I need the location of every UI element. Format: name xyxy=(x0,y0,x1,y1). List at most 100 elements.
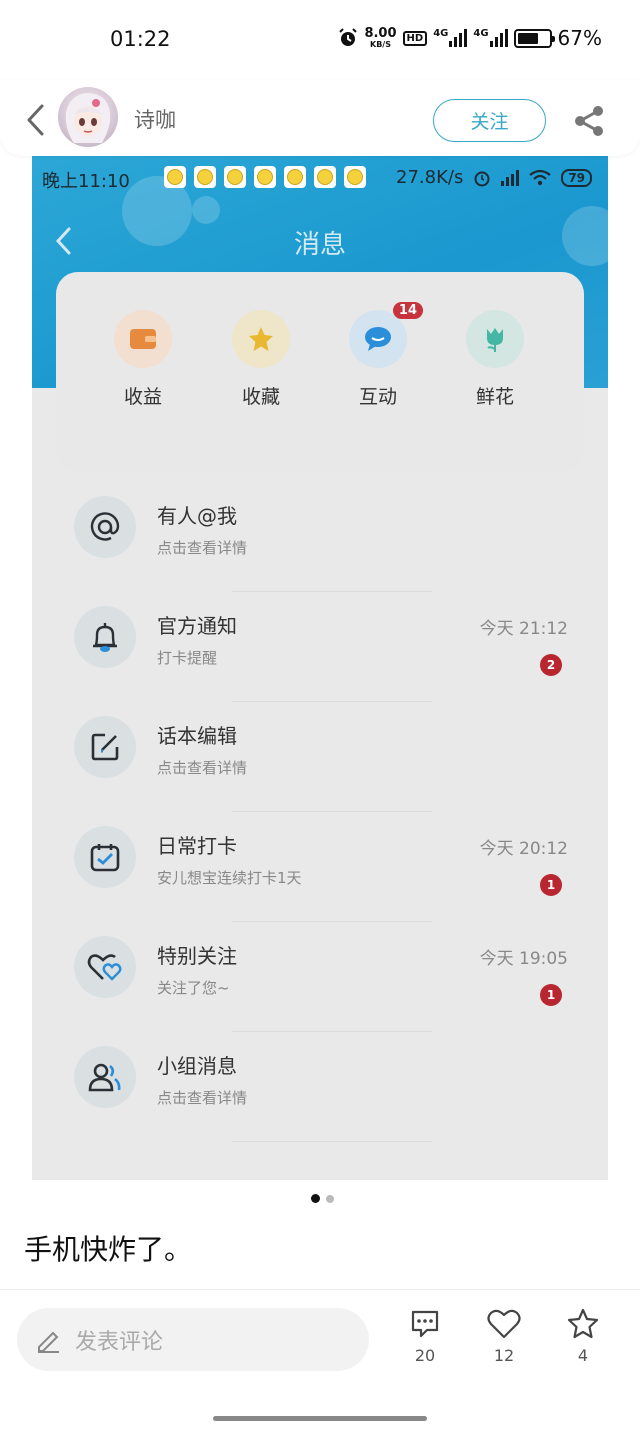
unread-badge: 2 xyxy=(540,654,562,676)
message-title: 特别关注 xyxy=(157,944,237,968)
message-title: 日常打卡 xyxy=(157,834,237,858)
screenshot-battery: 79 xyxy=(561,168,593,187)
message-subtitle: 点击查看详情 xyxy=(157,539,248,557)
screenshot-status-bar: 晚上11:10 27.8K/s 79 xyxy=(32,164,608,194)
home-indicator[interactable] xyxy=(213,1416,427,1421)
at-icon xyxy=(90,512,120,541)
quick-action-flowers: 鲜花 xyxy=(450,310,540,409)
quick-action-label: 收益 xyxy=(123,386,162,408)
notification-icon xyxy=(344,166,366,188)
interactions-badge: 14 xyxy=(392,302,423,319)
favorite-button[interactable]: 4 xyxy=(553,1308,613,1365)
heart-icon xyxy=(487,1309,521,1339)
message-subtitle: 安儿想宝连续打卡1天 xyxy=(157,869,302,887)
quick-action-label: 互动 xyxy=(358,386,397,408)
comment-icon xyxy=(411,1310,439,1338)
notification-icon xyxy=(284,166,306,188)
comments-button[interactable]: 20 xyxy=(395,1308,455,1365)
message-subtitle: 点击查看详情 xyxy=(157,759,248,777)
post-caption: 手机快炸了。 xyxy=(24,1233,193,1266)
author-name[interactable]: 诗咖 xyxy=(134,104,176,134)
quick-action-label: 收藏 xyxy=(241,386,280,408)
battery-percent: 67% xyxy=(557,26,602,50)
message-item-checkin: 日常打卡 安儿想宝连续打卡1天 今天 20:12 1 xyxy=(32,812,608,922)
message-time: 今天 20:12 xyxy=(479,839,568,859)
carousel-dot-active[interactable] xyxy=(311,1194,320,1203)
notification-icon xyxy=(314,166,336,188)
post-header: 诗咖 关注 xyxy=(0,80,640,156)
message-item-mentions: 有人@我 点击查看详情 xyxy=(32,482,608,592)
status-icons: 8.00 KB/S HD 4G 4G 67% xyxy=(338,26,602,50)
hd-icon: HD xyxy=(402,30,428,46)
signal-bars-icon xyxy=(449,29,468,47)
divider xyxy=(232,1141,432,1142)
hearts-icon xyxy=(87,954,122,981)
like-button[interactable]: 12 xyxy=(474,1308,534,1365)
message-item-editor: 话本编辑 点击查看详情 xyxy=(32,702,608,812)
favorites-count: 4 xyxy=(577,1346,589,1365)
follow-button[interactable]: 关注 xyxy=(433,99,546,142)
calendar-check-icon xyxy=(90,844,120,872)
carousel-indicator xyxy=(311,1194,334,1203)
quick-action-earnings: 收益 xyxy=(98,310,188,409)
message-subtitle: 打卡提醒 xyxy=(157,649,218,667)
net-speed: 8.00 KB/S xyxy=(364,25,397,49)
alarm-icon xyxy=(339,28,358,46)
message-item-official: 官方通知 打卡提醒 今天 21:12 2 xyxy=(32,592,608,702)
notification-icon xyxy=(254,166,276,188)
carousel-dot[interactable] xyxy=(326,1194,334,1203)
bottom-action-bar: 发表评论 20 12 4 xyxy=(0,1289,640,1433)
tulip-icon xyxy=(487,328,503,352)
screenshot-net-speed: 27.8K/s xyxy=(396,167,464,188)
screenshot-status-right: 27.8K/s 79 xyxy=(396,167,593,188)
screenshot-status-time: 晚上11:10 xyxy=(42,171,130,192)
pencil-icon xyxy=(38,1331,59,1353)
message-item-special-follow: 特别关注 关注了您~ 今天 19:05 1 xyxy=(32,922,608,1032)
star-icon xyxy=(249,327,273,351)
edit-icon xyxy=(91,733,119,761)
chat-bubble-icon xyxy=(365,327,391,351)
notification-icon xyxy=(194,166,216,188)
status-time: 01:22 xyxy=(110,27,171,51)
signal-bars-icon xyxy=(501,169,520,186)
wallet-icon xyxy=(130,329,156,349)
message-title: 小组消息 xyxy=(157,1054,237,1078)
signal-bars-icon xyxy=(489,29,508,47)
battery-icon xyxy=(513,28,555,48)
message-title: 有人@我 xyxy=(157,504,237,528)
notification-icon xyxy=(164,166,186,188)
share-icon[interactable] xyxy=(572,104,606,138)
avatar[interactable] xyxy=(58,87,118,147)
quick-actions-card: 收益 收藏 14 互动 鲜花 xyxy=(56,272,584,472)
quick-action-label: 鲜花 xyxy=(475,386,514,408)
screenshot-nav-title: 消息 xyxy=(293,230,346,260)
alarm-icon xyxy=(474,171,490,186)
system-status-bar: 01:22 8.00 KB/S HD 4G 4G 67% xyxy=(0,0,640,80)
back-icon[interactable] xyxy=(22,102,52,138)
comments-count: 20 xyxy=(414,1346,436,1365)
message-subtitle: 关注了您~ xyxy=(157,979,230,997)
group-icon xyxy=(88,1063,121,1092)
message-title: 官方通知 xyxy=(157,614,237,638)
message-time: 今天 21:12 xyxy=(479,619,568,639)
message-item-group: 小组消息 点击查看详情 xyxy=(32,1032,608,1142)
comment-input[interactable]: 发表评论 xyxy=(17,1308,369,1371)
bell-icon xyxy=(93,623,117,652)
likes-count: 12 xyxy=(493,1346,515,1365)
star-outline-icon xyxy=(567,1308,599,1339)
message-title: 话本编辑 xyxy=(157,724,237,748)
message-subtitle: 点击查看详情 xyxy=(157,1089,248,1107)
anime-avatar-icon xyxy=(65,93,111,143)
post-image[interactable]: 晚上11:10 27.8K/s 79 消息 收益 收藏 14 互动 鲜花 有人@… xyxy=(32,156,608,1180)
notification-icons xyxy=(164,166,366,188)
signal-sim2: 4G xyxy=(473,29,508,47)
quick-action-favorites: 收藏 xyxy=(216,310,306,409)
unread-badge: 1 xyxy=(540,984,562,1006)
notification-icon xyxy=(224,166,246,188)
unread-badge: 1 xyxy=(540,874,562,896)
wifi-icon xyxy=(529,169,552,185)
message-time: 今天 19:05 xyxy=(479,949,568,969)
comment-placeholder: 发表评论 xyxy=(75,1329,164,1355)
quick-action-interactions: 14 互动 xyxy=(333,302,423,409)
signal-sim1: 4G xyxy=(433,29,468,47)
